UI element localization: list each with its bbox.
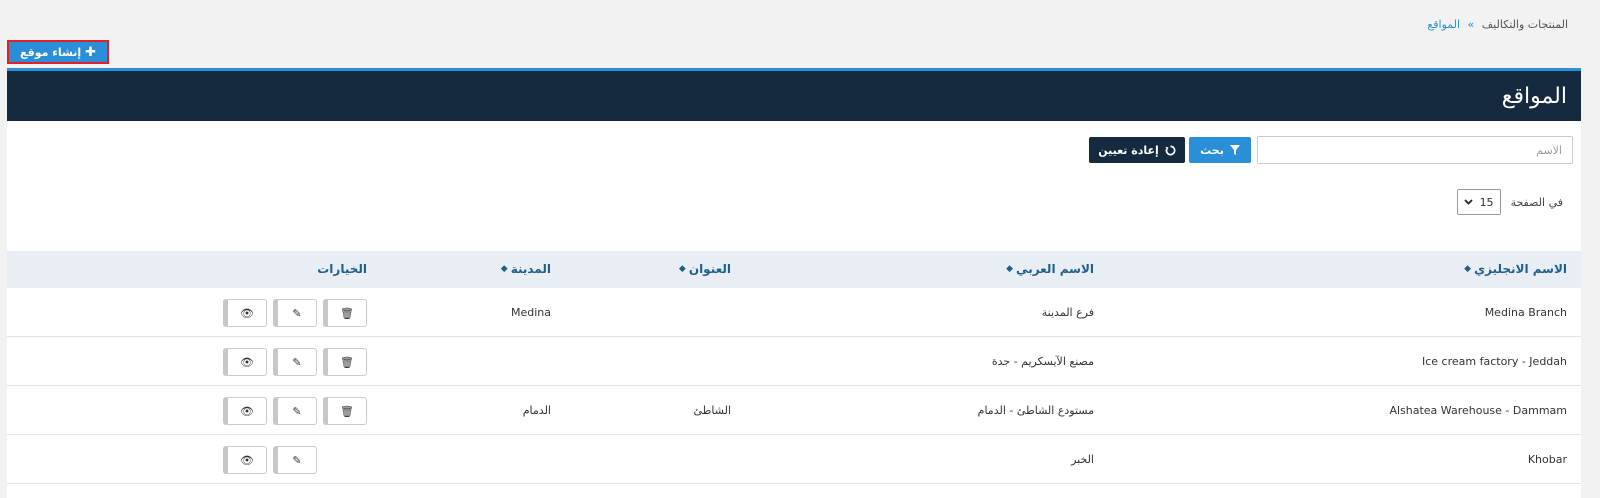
cell-english-name: Khobar	[1527, 453, 1567, 466]
eye-icon: 👁	[240, 453, 254, 467]
row-actions: 👁 ✎ 🗑	[223, 299, 367, 327]
view-button[interactable]: 👁	[223, 299, 267, 327]
view-button[interactable]: 👁	[223, 397, 267, 425]
breadcrumb-current[interactable]: المواقع	[1427, 18, 1460, 31]
edit-icon: ✎	[292, 404, 302, 418]
per-page-control: في الصفحة 15	[1456, 189, 1563, 215]
edit-button[interactable]: ✎	[273, 397, 317, 425]
search-label: بحث	[1200, 143, 1224, 157]
cell-city: الدمام	[522, 404, 551, 417]
per-page-label: في الصفحة	[1510, 195, 1563, 209]
cell-english-name: Alshatea Warehouse - Dammam	[1389, 404, 1567, 417]
edit-icon: ✎	[292, 355, 302, 369]
trash-icon: 🗑	[340, 404, 354, 418]
eye-icon: 👁	[240, 404, 254, 418]
column-header-address[interactable]: العنوان ◆	[679, 262, 731, 276]
delete-button[interactable]: 🗑	[323, 299, 367, 327]
column-header-city[interactable]: المدينة ◆	[501, 262, 551, 276]
create-location-button[interactable]: ✚ إنشاء موقع	[7, 40, 109, 64]
view-button[interactable]: 👁	[223, 446, 267, 474]
cell-arabic-name: مستودع الشاطئ - الدمام	[977, 404, 1094, 417]
trash-icon: 🗑	[340, 306, 354, 320]
cell-arabic-name: فرع المدينة	[1041, 306, 1094, 319]
column-header-english-name[interactable]: الاسم الانجليزي ◆	[1464, 262, 1567, 276]
column-header-options: الخيارات	[317, 262, 367, 276]
filter-bar: بحث إعادة تعيين	[7, 121, 1581, 187]
locations-table: الاسم الانجليزي ◆ الاسم العربي ◆ العنوان ◆ …	[7, 251, 1581, 484]
trash-icon: 🗑	[340, 355, 354, 369]
sort-icon: ◆	[1464, 264, 1472, 274]
eye-icon: 👁	[240, 355, 254, 369]
delete-button[interactable]: 🗑	[323, 348, 367, 376]
row-actions: 👁 ✎ 🗑	[223, 348, 367, 376]
name-search-input[interactable]	[1257, 136, 1573, 164]
view-button[interactable]: 👁	[223, 348, 267, 376]
cell-arabic-name: الخبر	[1071, 453, 1094, 466]
cell-city: Medina	[510, 306, 551, 319]
page-title: المواقع	[1501, 83, 1567, 109]
reset-label: إعادة تعيين	[1098, 143, 1159, 157]
panel-header: المواقع	[7, 71, 1581, 121]
sort-icon: ◆	[678, 264, 686, 274]
edit-icon: ✎	[292, 306, 302, 320]
row-actions: 👁 ✎	[223, 446, 367, 474]
filter-icon	[1229, 145, 1240, 155]
edit-button[interactable]: ✎	[273, 299, 317, 327]
refresh-icon	[1165, 145, 1176, 155]
table-header: الاسم الانجليزي ◆ الاسم العربي ◆ العنوان ◆ …	[7, 251, 1581, 288]
row-actions: 👁 ✎ 🗑	[223, 397, 367, 425]
table-row: Alshatea Warehouse - Dammam مستودع الشاط…	[7, 386, 1581, 435]
table-row: Khobar الخبر 👁 ✎	[7, 435, 1581, 484]
cell-english-name: Ice cream factory - Jeddah	[1422, 355, 1567, 368]
cell-english-name: Medina Branch	[1484, 306, 1567, 319]
reset-button[interactable]: إعادة تعيين	[1089, 137, 1185, 163]
edit-button[interactable]: ✎	[273, 348, 317, 376]
per-page-value: 15	[1479, 195, 1494, 209]
breadcrumb-separator: »	[1467, 18, 1475, 31]
per-page-select[interactable]: 15	[1456, 189, 1501, 215]
breadcrumb-parent[interactable]: المنتجات والتكاليف	[1482, 18, 1568, 31]
table-row: Ice cream factory - Jeddah مصنع الآيسكري…	[7, 337, 1581, 386]
create-location-label: إنشاء موقع	[20, 45, 82, 59]
locations-panel: المواقع بحث إعادة تعيين في الصفحة 15	[7, 68, 1581, 498]
column-header-arabic-name[interactable]: الاسم العربي ◆	[1006, 262, 1094, 276]
sort-icon: ◆	[1006, 264, 1014, 274]
cell-arabic-name: مصنع الآيسكريم - جدة	[991, 355, 1094, 368]
table-row: Medina Branch فرع المدينة Medina 👁 ✎ 🗑	[7, 288, 1581, 337]
edit-button[interactable]: ✎	[273, 446, 317, 474]
edit-icon: ✎	[292, 453, 302, 467]
search-button[interactable]: بحث	[1189, 137, 1251, 163]
cell-address: الشاطئ	[693, 404, 732, 417]
delete-button[interactable]: 🗑	[323, 397, 367, 425]
breadcrumb: المنتجات والتكاليف » المواقع	[1427, 18, 1568, 31]
plus-icon: ✚	[85, 44, 97, 60]
sort-icon: ◆	[500, 264, 508, 274]
eye-icon: 👁	[240, 306, 254, 320]
chevron-down-icon	[1463, 199, 1473, 205]
